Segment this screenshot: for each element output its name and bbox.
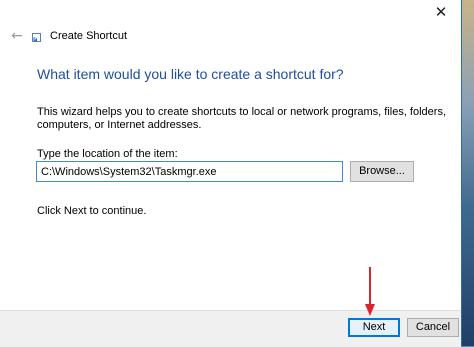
cancel-button[interactable]: Cancel: [407, 318, 459, 337]
annotation-arrow-icon: [365, 267, 375, 316]
wizard-description: This wizard helps you to create shortcut…: [37, 106, 447, 131]
next-button[interactable]: Next: [348, 318, 400, 337]
close-button[interactable]: ✕: [428, 4, 454, 20]
page-heading: What item would you like to create a sho…: [37, 66, 344, 82]
browse-button[interactable]: Browse...: [350, 161, 414, 182]
shortcut-icon: [32, 33, 41, 42]
title-bar: ✕: [0, 0, 462, 24]
desktop-background: [462, 0, 474, 346]
dialog-title: Create Shortcut: [50, 30, 128, 42]
back-button[interactable]: ←: [9, 28, 25, 44]
location-input[interactable]: [36, 161, 343, 182]
close-icon: ✕: [434, 3, 448, 21]
back-arrow-icon: ←: [11, 28, 23, 44]
create-shortcut-dialog: ✕ ← Create Shortcut What item would you …: [0, 0, 462, 347]
location-label: Type the location of the item:: [37, 148, 178, 160]
continue-hint: Click Next to continue.: [37, 205, 147, 217]
